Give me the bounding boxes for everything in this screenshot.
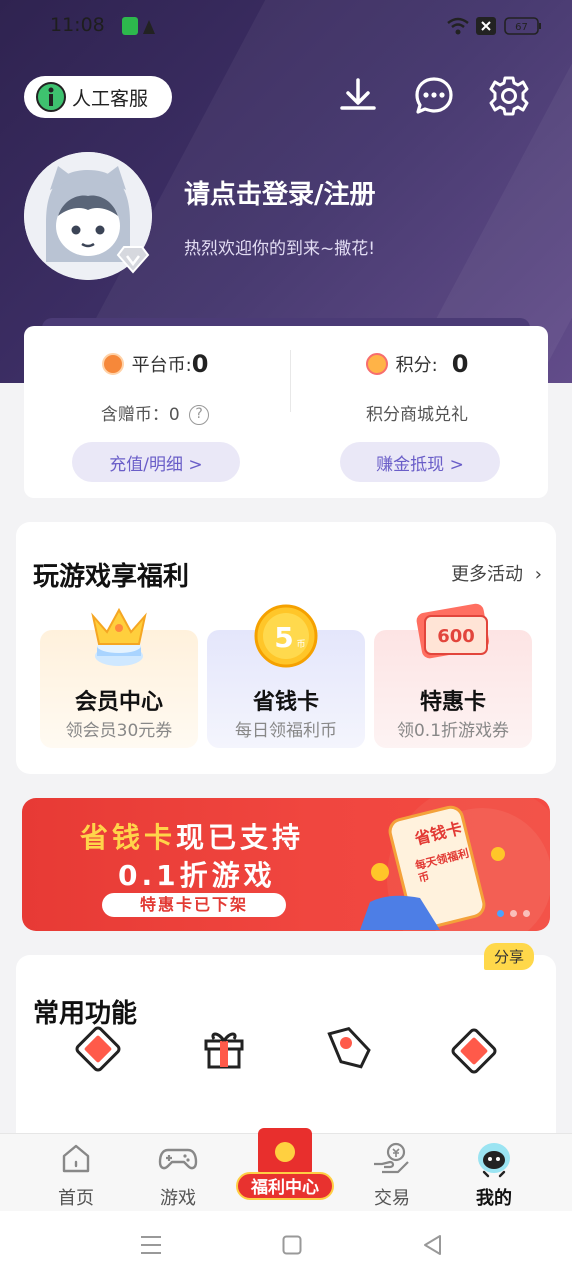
- status-bar: 11:08 67: [0, 0, 572, 52]
- more-activities-label: 更多活动: [451, 564, 524, 585]
- banner-line1-rest: 现已支持: [176, 821, 305, 854]
- saving-card-title: 省钱卡: [252, 690, 319, 715]
- tab-welfare-label: 福利中心: [236, 1172, 334, 1200]
- recharge-details-button[interactable]: 充值/明细 >: [72, 442, 240, 482]
- red-envelope-icon: [258, 1128, 312, 1176]
- platform-coin-section: 平台币: 0 含赠币：0 ? 充值/明细 >: [24, 326, 286, 498]
- pager-dot[interactable]: [497, 910, 504, 917]
- wallet-card: 平台币: 0 含赠币：0 ? 充值/明细 > 积分: 0 积分商城兑礼 赚金抵现…: [24, 326, 548, 498]
- saving-card-tile[interactable]: 5 币 省钱卡 每日领福利币: [207, 604, 365, 748]
- member-center-title: 会员中心: [74, 690, 163, 715]
- tab-trade[interactable]: 交易: [344, 1134, 440, 1212]
- member-center-subtitle: 领会员30元券: [65, 721, 173, 741]
- function-item-1-icon[interactable]: [68, 1019, 128, 1079]
- discount-card-tile[interactable]: 600 特惠卡 领0.1折游戏券: [374, 603, 532, 748]
- notification-icons: [122, 17, 155, 35]
- function-item-4-icon[interactable]: [444, 1019, 504, 1079]
- gamepad-icon: [158, 1148, 198, 1170]
- battery-level: 67: [515, 22, 528, 33]
- banner-line2: 0.1折游戏: [118, 859, 276, 892]
- welcome-text: 热烈欢迎你的到来~撒花!: [184, 239, 376, 259]
- benefits-card: 玩游戏享福利 更多活动 › 会员中心 领会员30元券 5 币 省钱卡 每日领福利…: [16, 522, 556, 774]
- tab-welfare-center[interactable]: 福利中心: [236, 1128, 334, 1204]
- benefits-title: 玩游戏享福利: [33, 562, 190, 592]
- crown-icon: [91, 607, 147, 666]
- settings-gear-icon[interactable]: [487, 74, 531, 118]
- customer-service-button[interactable]: 人工客服: [24, 76, 172, 118]
- help-icon[interactable]: ?: [189, 405, 210, 425]
- home-square-icon[interactable]: [282, 1235, 302, 1255]
- points-value: 0: [451, 350, 469, 378]
- points-mall-text: 积分商城兑礼: [366, 405, 468, 425]
- member-center-tile[interactable]: 会员中心 领会员30元券: [40, 607, 198, 748]
- tab-home-label: 首页: [58, 1188, 94, 1209]
- status-time: 11:08: [50, 14, 105, 36]
- sim-off-icon: [476, 17, 496, 35]
- points-section: 积分: 0 积分商城兑礼 赚金抵现 >: [286, 326, 548, 498]
- battery-icon: 67: [504, 17, 541, 35]
- svg-text:600: 600: [437, 626, 475, 647]
- trade-hand-icon: [374, 1142, 409, 1174]
- chevron-right-icon: ›: [534, 564, 542, 585]
- message-icon[interactable]: [412, 74, 456, 118]
- coin-bag-icon: [101, 353, 124, 375]
- promo-banner[interactable]: 省钱卡 每天领福利币 省钱卡现已支持 0.1折游戏 特惠卡已下架: [22, 798, 550, 931]
- tag-icon[interactable]: [320, 1019, 380, 1079]
- banner-pager: [497, 910, 530, 917]
- pager-dot[interactable]: [510, 910, 517, 917]
- discount-card-title: 特惠卡: [419, 690, 486, 715]
- banner-line1: 省钱卡现已支持: [80, 816, 304, 856]
- discount-card-subtitle: 领0.1折游戏券: [396, 721, 510, 741]
- login-register-link[interactable]: 请点击登录/注册: [184, 174, 376, 211]
- banner-line3: 特惠卡已下架: [102, 893, 286, 917]
- home-icon: [62, 1144, 90, 1173]
- platform-coin-value: 0: [191, 350, 209, 378]
- menu-icon[interactable]: [140, 1235, 162, 1255]
- diamond-icon: [116, 246, 150, 274]
- voucher-600-icon: 600: [416, 603, 490, 659]
- tab-games-label: 游戏: [160, 1188, 196, 1209]
- tab-home[interactable]: 首页: [28, 1134, 124, 1212]
- platform-coin-label: 平台币:: [131, 355, 192, 376]
- svg-text:币: 币: [296, 639, 305, 650]
- customer-service-label: 人工客服: [72, 87, 149, 110]
- gift-icon[interactable]: [194, 1019, 254, 1079]
- back-triangle-icon[interactable]: [422, 1234, 444, 1256]
- tab-mine[interactable]: 我的: [446, 1134, 542, 1212]
- share-badge: 分享: [483, 943, 534, 970]
- mine-avatar-icon: [478, 1143, 510, 1178]
- banner-highlight: 省钱卡: [80, 821, 177, 854]
- points-coin-icon: [365, 353, 388, 375]
- gift-coin-label: 含赠币：0: [100, 405, 180, 425]
- tab-mine-label: 我的: [476, 1188, 512, 1209]
- pager-dot[interactable]: [523, 910, 530, 917]
- coin-5-icon: 5 币: [254, 604, 318, 668]
- saving-card-subtitle: 每日领福利币: [235, 721, 337, 741]
- wifi-icon: [447, 17, 469, 35]
- points-label: 积分:: [395, 355, 438, 376]
- tab-games[interactable]: 游戏: [130, 1134, 226, 1212]
- earn-cash-button[interactable]: 赚金抵现 >: [340, 442, 500, 482]
- more-activities-link[interactable]: 更多活动 ›: [451, 560, 542, 586]
- download-icon[interactable]: [336, 74, 380, 118]
- info-icon: [36, 82, 66, 112]
- tab-trade-label: 交易: [374, 1188, 410, 1209]
- system-nav-bar: [0, 1211, 572, 1280]
- svg-text:5: 5: [274, 621, 293, 654]
